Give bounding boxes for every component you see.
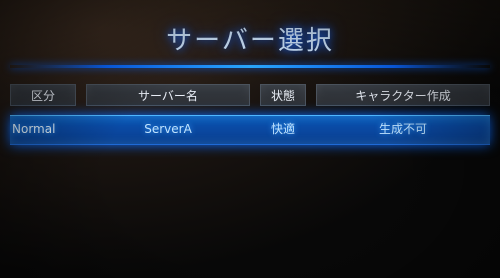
header-status: 状態 [260, 84, 306, 106]
page-title: サーバー選択 [166, 26, 334, 56]
row-character-create: 生成不可 [378, 122, 427, 136]
row-status: 快適 [270, 122, 295, 136]
header-character-create: キャラクター作成 [316, 84, 490, 106]
title-underline [10, 65, 490, 68]
row-server-name: ServerA [144, 122, 192, 136]
header-category: 区分 [10, 84, 76, 106]
header-server-name: サーバー名 [86, 84, 250, 106]
table-header: 区分 サーバー名 状態 キャラクター作成 [10, 84, 490, 106]
row-category: Normal [12, 122, 56, 136]
